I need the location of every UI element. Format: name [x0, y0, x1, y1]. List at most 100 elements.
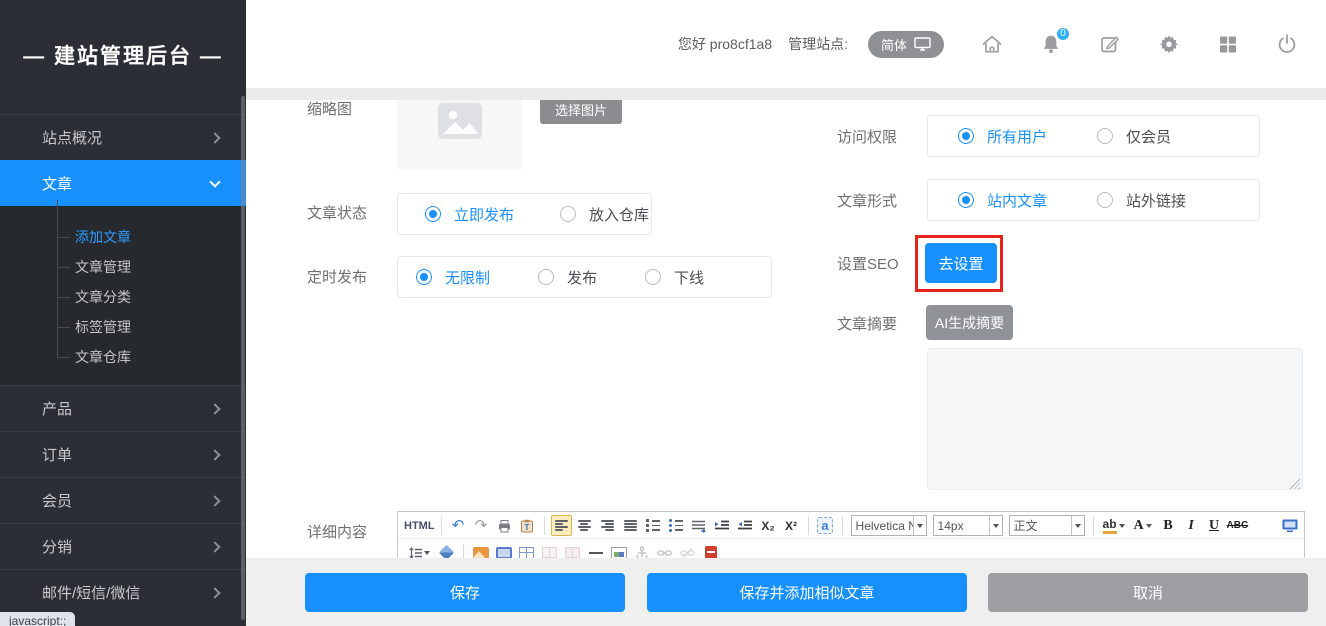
- split-cells-icon[interactable]: [562, 542, 583, 558]
- ai-generate-summary-button[interactable]: AI生成摘要: [926, 305, 1013, 340]
- format-eraser-icon[interactable]: [436, 542, 457, 558]
- html-source-button[interactable]: HTML: [404, 515, 435, 536]
- radio-option-external-link[interactable]: 站外链接: [1097, 190, 1186, 211]
- horizontal-rule-icon[interactable]: [585, 542, 606, 558]
- align-center-icon[interactable]: [574, 515, 595, 536]
- toolbar-separator: [441, 517, 442, 535]
- radio-option-to-warehouse[interactable]: 放入仓库: [560, 204, 649, 225]
- dropdown-caret-icon: [1146, 524, 1152, 528]
- submenu-item-article-management[interactable]: 文章管理: [0, 252, 246, 282]
- radio-icon[interactable]: [1097, 192, 1113, 208]
- first-line-indent-icon[interactable]: [689, 515, 710, 536]
- merge-cells-icon[interactable]: [539, 542, 560, 558]
- sidebar-item-label: 分销: [42, 536, 72, 557]
- sidebar-item-members[interactable]: 会员: [0, 477, 246, 523]
- submenu-item-tag-management[interactable]: 标签管理: [0, 312, 246, 342]
- apps-grid-icon[interactable]: [1217, 33, 1239, 55]
- sidebar-scrollbar[interactable]: [241, 96, 245, 620]
- italic-button[interactable]: I: [1181, 515, 1202, 536]
- radio-option-publish[interactable]: 发布: [538, 267, 597, 288]
- subscript-icon[interactable]: X₂: [758, 515, 779, 536]
- fullscreen-icon[interactable]: [1279, 515, 1300, 536]
- outdent-icon[interactable]: [735, 515, 756, 536]
- settings-gear-icon[interactable]: [1158, 33, 1180, 55]
- ordered-list-icon[interactable]: [643, 515, 664, 536]
- edit-compose-icon[interactable]: [1099, 33, 1121, 55]
- logout-power-icon[interactable]: [1276, 33, 1298, 55]
- manage-site-label: 管理站点:: [788, 34, 848, 54]
- toolbar-separator: [808, 517, 809, 535]
- insert-image-icon[interactable]: [470, 542, 491, 558]
- save-button[interactable]: 保存: [305, 573, 625, 612]
- paste-text-icon[interactable]: T: [517, 515, 538, 536]
- radio-icon[interactable]: [1097, 128, 1113, 144]
- radio-icon[interactable]: [560, 206, 576, 222]
- pdf-icon[interactable]: [700, 542, 721, 558]
- thumbnail-label: 缩略图: [307, 100, 352, 120]
- font-family-select[interactable]: Helvetica N: [851, 515, 927, 536]
- submenu-item-add-article[interactable]: 添加文章: [0, 222, 246, 252]
- redo-icon[interactable]: ↷: [471, 515, 492, 536]
- summary-textarea[interactable]: [927, 348, 1303, 490]
- save-and-add-similar-button[interactable]: 保存并添加相似文章: [647, 573, 967, 612]
- sidebar-item-articles[interactable]: 文章: [0, 160, 246, 206]
- unlink-icon[interactable]: [677, 542, 698, 558]
- font-size-select[interactable]: 14px: [933, 515, 1003, 536]
- sidebar-item-label: 会员: [42, 490, 72, 511]
- submenu-item-article-category[interactable]: 文章分类: [0, 282, 246, 312]
- align-justify-icon[interactable]: [620, 515, 641, 536]
- sidebar-item-label: 订单: [42, 444, 72, 465]
- radio-option-no-limit[interactable]: 无限制: [416, 267, 490, 288]
- strikethrough-button[interactable]: ABC: [1227, 515, 1249, 536]
- font-color-button[interactable]: A: [1130, 515, 1156, 536]
- sidebar-item-site-overview[interactable]: 站点概况: [0, 114, 246, 160]
- paragraph-format-select[interactable]: 正文: [1009, 515, 1085, 536]
- align-right-icon[interactable]: [597, 515, 618, 536]
- thumbnail-preview[interactable]: [397, 100, 522, 170]
- sidebar-item-distribution[interactable]: 分销: [0, 523, 246, 569]
- auto-typeset-icon[interactable]: a: [817, 517, 832, 534]
- radio-option-all-users[interactable]: 所有用户: [958, 126, 1047, 147]
- superscript-icon[interactable]: X²: [781, 515, 802, 536]
- home-icon[interactable]: [981, 33, 1003, 55]
- radio-selected-icon[interactable]: [958, 192, 974, 208]
- sidebar-nav: 站点概况 文章 添加文章 文章管理 文章分类 标签管理 文章仓库 产品 订单: [0, 114, 246, 615]
- seo-setup-button[interactable]: 去设置: [925, 243, 997, 283]
- radio-option-offline[interactable]: 下线: [645, 267, 704, 288]
- chevron-right-icon: [209, 541, 220, 552]
- sidebar-item-products[interactable]: 产品: [0, 385, 246, 431]
- radio-label: 仅会员: [1126, 126, 1171, 147]
- indent-icon[interactable]: [712, 515, 733, 536]
- choose-image-button[interactable]: 选择图片: [540, 100, 622, 124]
- radio-icon[interactable]: [538, 269, 554, 285]
- dropdown-caret-icon: [1119, 524, 1125, 528]
- unordered-list-icon[interactable]: [666, 515, 687, 536]
- undo-icon[interactable]: ↶: [448, 515, 469, 536]
- radio-selected-icon[interactable]: [425, 206, 441, 222]
- radio-selected-icon[interactable]: [958, 128, 974, 144]
- radio-selected-icon[interactable]: [416, 269, 432, 285]
- insert-video-icon[interactable]: [493, 542, 514, 558]
- submenu-item-article-warehouse[interactable]: 文章仓库: [0, 342, 246, 372]
- language-site-button[interactable]: 简体: [868, 31, 944, 58]
- top-header: 您好 pro8cf1a8 管理站点: 简体 0: [246, 0, 1326, 88]
- sidebar-item-mail-sms-wechat[interactable]: 邮件/短信/微信: [0, 569, 246, 615]
- browser-status-tooltip: javascript:;: [0, 612, 75, 626]
- print-icon[interactable]: [494, 515, 515, 536]
- bold-button[interactable]: B: [1158, 515, 1179, 536]
- underline-button[interactable]: U: [1204, 515, 1225, 536]
- link-icon[interactable]: [654, 542, 675, 558]
- notifications-bell-icon[interactable]: 0: [1040, 33, 1062, 55]
- cancel-button[interactable]: 取消: [988, 573, 1308, 612]
- radio-icon[interactable]: [645, 269, 661, 285]
- highlight-color-button[interactable]: ab: [1100, 515, 1128, 536]
- screenshot-icon[interactable]: [608, 542, 629, 558]
- line-height-button[interactable]: [404, 542, 434, 558]
- radio-option-members-only[interactable]: 仅会员: [1097, 126, 1171, 147]
- insert-table-icon[interactable]: [516, 542, 537, 558]
- radio-option-publish-now[interactable]: 立即发布: [425, 204, 514, 225]
- radio-option-internal-article[interactable]: 站内文章: [958, 190, 1047, 211]
- align-left-icon[interactable]: [551, 515, 572, 536]
- anchor-icon[interactable]: [631, 542, 652, 558]
- sidebar-item-orders[interactable]: 订单: [0, 431, 246, 477]
